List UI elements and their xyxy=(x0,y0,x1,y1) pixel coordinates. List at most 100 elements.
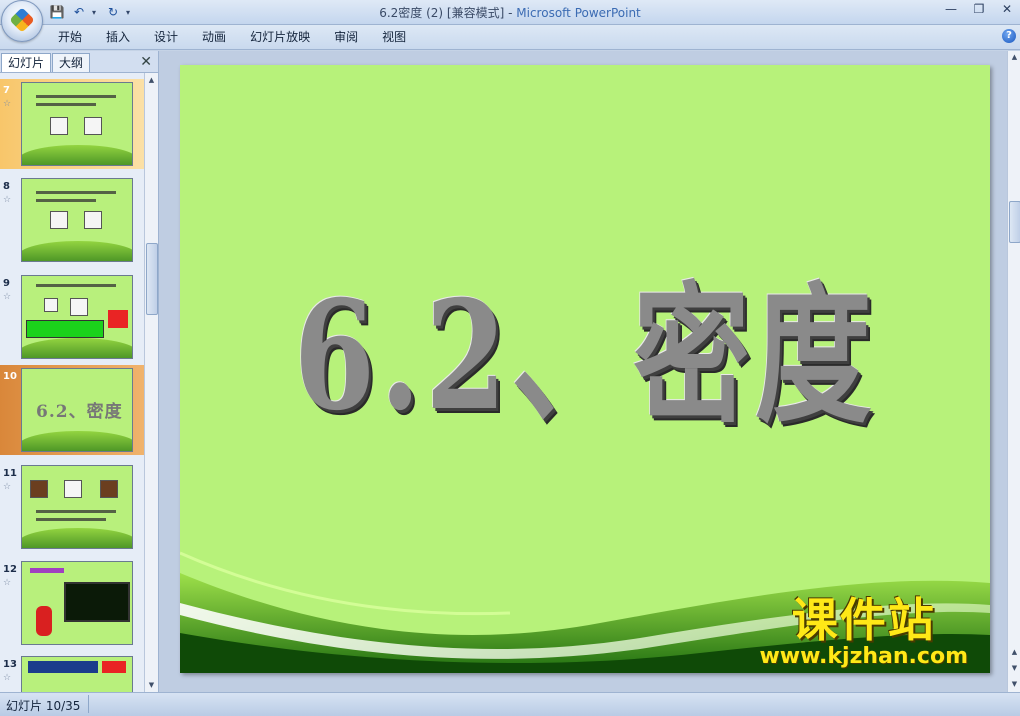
animation-star-icon: ☆ xyxy=(3,482,12,492)
slides-pane: 幻灯片 大纲 ✕ 7 ☆ 8 ☆ 9 ☆ 10 6.2、密度 11 ☆ 12 ☆… xyxy=(0,51,159,692)
scroll-down-icon[interactable]: ▼ xyxy=(1008,680,1020,688)
cube-shape xyxy=(84,211,102,229)
watermark-title: 课件站 xyxy=(791,593,936,647)
window-controls: — ❐ ✕ xyxy=(944,2,1014,16)
blackboard-shape xyxy=(64,582,130,622)
ribbon-tabs: 开始 插入 设计 动画 幻灯片放映 审阅 视图 xyxy=(46,29,418,45)
text-line xyxy=(36,510,116,513)
watermark-url: www.kjzhan.com xyxy=(759,644,968,669)
tab-review[interactable]: 审阅 xyxy=(322,29,370,45)
app-name: Microsoft PowerPoint xyxy=(516,6,641,20)
swoosh-decoration xyxy=(22,338,132,358)
animation-star-icon: ☆ xyxy=(3,578,12,588)
status-bar: 幻灯片 10/35 xyxy=(0,692,1020,716)
cube-shape xyxy=(44,298,58,312)
tab-home[interactable]: 开始 xyxy=(46,29,94,45)
pane-tabs: 幻灯片 大纲 ✕ xyxy=(0,51,158,73)
cube-shape xyxy=(50,211,68,229)
scroll-up-icon[interactable]: ▲ xyxy=(145,73,158,87)
slide-number: 9 xyxy=(3,278,10,289)
slide-thumbnail[interactable]: 7 ☆ xyxy=(0,79,144,169)
slide-preview xyxy=(21,178,133,262)
scroll-thumb[interactable] xyxy=(146,243,158,315)
slide-number: 7 xyxy=(3,85,10,96)
tab-insert[interactable]: 插入 xyxy=(94,29,142,45)
slide-number: 8 xyxy=(3,181,10,192)
label-box xyxy=(26,320,104,338)
office-button[interactable] xyxy=(1,0,43,42)
slide-thumbnail[interactable]: 13 ☆ xyxy=(0,653,144,692)
text-line xyxy=(36,103,96,106)
previous-slide-icon[interactable]: ▲ xyxy=(1008,648,1020,656)
heading-bar xyxy=(30,568,64,573)
close-window-button[interactable]: ✕ xyxy=(1000,2,1014,16)
cube-shape xyxy=(100,480,118,498)
slide-preview: 6.2、密度 xyxy=(21,368,133,452)
animation-star-icon: ☆ xyxy=(3,195,12,205)
slide-preview xyxy=(21,656,133,692)
heading-bar xyxy=(28,661,98,673)
scroll-down-icon[interactable]: ▼ xyxy=(145,678,158,692)
slide-number: 11 xyxy=(3,468,17,479)
thumbnail-title: 6.2、密度 xyxy=(36,402,123,422)
watermark: 课件站 www.kjzhan.com xyxy=(759,595,968,669)
animation-star-icon: ☆ xyxy=(3,99,12,109)
slide-preview xyxy=(21,561,133,645)
slide-thumbnail[interactable]: 11 ☆ xyxy=(0,462,144,552)
slide-thumbnail[interactable]: 9 ☆ xyxy=(0,272,144,362)
badge-shape xyxy=(102,661,126,673)
scroll-up-icon[interactable]: ▲ xyxy=(1008,53,1020,61)
animation-star-icon: ☆ xyxy=(3,292,12,302)
text-line xyxy=(36,518,106,521)
office-logo-icon xyxy=(9,7,35,33)
cube-shape xyxy=(50,117,68,135)
tab-slideshow[interactable]: 幻灯片放映 xyxy=(238,29,322,45)
badge-shape xyxy=(108,310,128,328)
swoosh-decoration xyxy=(22,431,132,451)
slide-editor: 6.2、密度 课件站 www.kjzhan.com xyxy=(159,51,1007,692)
slide-position-status: 幻灯片 10/35 xyxy=(6,699,81,713)
tab-outline[interactable]: 大纲 xyxy=(52,53,91,72)
character-shape xyxy=(36,606,52,636)
slide-number: 12 xyxy=(3,564,17,575)
text-line xyxy=(36,284,116,287)
status-divider xyxy=(88,695,89,713)
swoosh-decoration xyxy=(22,241,132,261)
document-title: 6.2密度 (2) [兼容模式] xyxy=(379,6,505,20)
tab-slides[interactable]: 幻灯片 xyxy=(1,53,52,72)
next-slide-icon[interactable]: ▼ xyxy=(1008,664,1020,672)
cube-shape xyxy=(30,480,48,498)
thumbnail-scrollbar[interactable]: ▲ ▼ xyxy=(144,73,158,692)
text-line xyxy=(36,191,116,194)
ribbon: 开始 插入 设计 动画 幻灯片放映 审阅 视图 ? xyxy=(0,25,1020,50)
tab-animation[interactable]: 动画 xyxy=(190,29,238,45)
current-slide[interactable]: 6.2、密度 课件站 www.kjzhan.com xyxy=(180,65,990,673)
slide-title[interactable]: 6.2、密度 xyxy=(269,235,901,452)
window-title: 6.2密度 (2) [兼容模式] - Microsoft PowerPoint xyxy=(0,4,1020,21)
cube-shape xyxy=(64,480,82,498)
slide-scrollbar[interactable]: ▲ ▲ ▼ ▼ xyxy=(1007,51,1020,692)
animation-star-icon: ☆ xyxy=(3,673,12,683)
title-separator: - xyxy=(504,6,517,20)
slide-thumbnail-list: 7 ☆ 8 ☆ 9 ☆ 10 6.2、密度 11 ☆ 12 ☆ 13 ☆ xyxy=(0,73,144,692)
cube-shape xyxy=(84,117,102,135)
slide-preview xyxy=(21,465,133,549)
help-icon[interactable]: ? xyxy=(1002,29,1016,43)
close-pane-icon[interactable]: ✕ xyxy=(140,54,152,70)
slide-thumbnail[interactable]: 8 ☆ xyxy=(0,175,144,265)
title-bar: 💾 ↶ ▾ ↻ ▾ 6.2密度 (2) [兼容模式] - Microsoft P… xyxy=(0,0,1020,25)
tab-view[interactable]: 视图 xyxy=(370,29,418,45)
minimize-button[interactable]: — xyxy=(944,2,958,16)
slide-number: 13 xyxy=(3,659,17,670)
cube-shape xyxy=(70,298,88,316)
swoosh-decoration xyxy=(22,528,132,548)
slide-thumbnail-current[interactable]: 10 6.2、密度 xyxy=(0,365,144,455)
swoosh-decoration xyxy=(22,145,132,165)
text-line xyxy=(36,95,116,98)
maximize-button[interactable]: ❐ xyxy=(972,2,986,16)
slide-thumbnail[interactable]: 12 ☆ xyxy=(0,558,144,648)
slide-number: 10 xyxy=(3,371,17,382)
scroll-thumb[interactable] xyxy=(1009,201,1020,243)
tab-design[interactable]: 设计 xyxy=(142,29,190,45)
text-line xyxy=(36,199,96,202)
